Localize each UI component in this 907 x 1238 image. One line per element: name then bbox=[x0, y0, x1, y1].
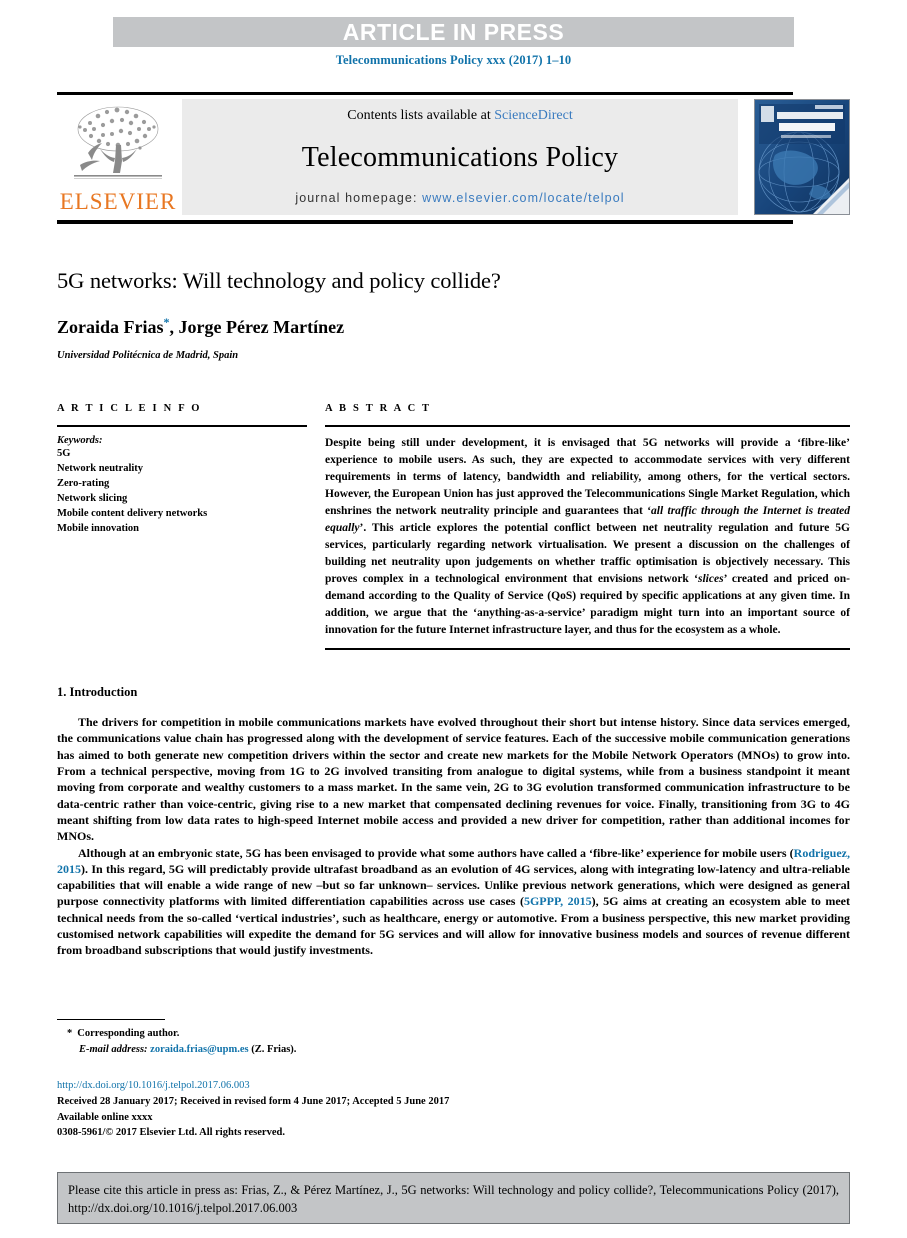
doi-link[interactable]: http://dx.doi.org/10.1016/j.telpol.2017.… bbox=[57, 1078, 617, 1094]
citation-link[interactable]: 5GPPP, 2015 bbox=[524, 894, 592, 908]
info-abstract-region: A R T I C L E I N F O Keywords: 5G Netwo… bbox=[57, 403, 850, 651]
section-heading-introduction: 1. Introduction bbox=[57, 685, 138, 699]
paragraph-text-a: Although at an embryonic state, 5G has b… bbox=[78, 845, 794, 860]
email-note: E-mail address: zoraida.frias@upm.es (Z.… bbox=[57, 1042, 477, 1058]
article-in-press-banner: ARTICLE IN PRESS bbox=[113, 17, 794, 47]
elsevier-logo: ELSEVIER bbox=[57, 99, 179, 215]
abstract-top-rule bbox=[325, 425, 850, 427]
keyword-item: 5G bbox=[57, 448, 71, 459]
corresponding-author-note: * Corresponding author. bbox=[57, 1026, 477, 1042]
author-primary: Zoraida Frias bbox=[57, 317, 164, 337]
journal-title: Telecommunications Policy bbox=[301, 141, 619, 173]
running-head: Telecommunications Policy xxx (2017) 1–1… bbox=[0, 53, 907, 68]
email-link[interactable]: zoraida.frias@upm.es bbox=[150, 1044, 248, 1055]
email-label: E-mail address: bbox=[79, 1043, 148, 1055]
please-cite-box: Please cite this article in press as: Fr… bbox=[57, 1172, 850, 1224]
contents-lists-line: Contents lists available at ScienceDirec… bbox=[347, 108, 573, 124]
footnote-rule bbox=[57, 1019, 165, 1020]
journal-cover-art-icon bbox=[755, 100, 849, 214]
copyright-line: 0308-5961/© 2017 Elsevier Ltd. All right… bbox=[57, 1127, 285, 1139]
abstract-body: Despite being still under development, i… bbox=[325, 435, 850, 639]
paragraph-text: The drivers for competition in mobile co… bbox=[57, 715, 850, 844]
footnote-star: * bbox=[67, 1028, 73, 1039]
paragraph: Although at an embryonic state, 5G has b… bbox=[57, 845, 850, 959]
article-info-heading: A R T I C L E I N F O bbox=[57, 403, 202, 414]
article-body: 1. Introduction The drivers for competit… bbox=[57, 685, 850, 959]
journal-homepage-link[interactable]: www.elsevier.com/locate/telpol bbox=[422, 191, 625, 205]
author-affiliation: Universidad Politécnica de Madrid, Spain bbox=[57, 350, 239, 361]
article-info-rule bbox=[57, 425, 307, 427]
article-in-press-label: ARTICLE IN PRESS bbox=[342, 18, 565, 45]
email-owner: (Z. Frias). bbox=[248, 1043, 297, 1055]
keyword-item: Mobile innovation bbox=[57, 522, 139, 534]
article-info-column: A R T I C L E I N F O Keywords: 5G Netwo… bbox=[57, 403, 307, 650]
title-block: 5G networks: Will technology and policy … bbox=[57, 268, 850, 361]
abstract-column: A B S T R A C T Despite being still unde… bbox=[325, 403, 850, 651]
footnote-block: * Corresponding author. E-mail address: z… bbox=[57, 1019, 477, 1058]
imprint-block: http://dx.doi.org/10.1016/j.telpol.2017.… bbox=[57, 1078, 617, 1141]
masthead-bottom-rule bbox=[57, 220, 793, 224]
submission-dates: Received 28 January 2017; Received in re… bbox=[57, 1095, 450, 1107]
masthead-top-rule bbox=[57, 92, 793, 95]
journal-masthead: ELSEVIER Contents lists available at Sci… bbox=[57, 92, 850, 224]
keyword-item: Zero-rating bbox=[57, 477, 110, 489]
journal-homepage-label: journal homepage: bbox=[295, 191, 423, 205]
running-head-text: Telecommunications Policy xxx (2017) 1–1… bbox=[335, 53, 572, 67]
elsevier-tree-icon bbox=[74, 106, 162, 179]
please-cite-text: Please cite this article in press as: Fr… bbox=[68, 1183, 839, 1216]
journal-header-box: Contents lists available at ScienceDirec… bbox=[182, 99, 738, 215]
author-secondary: , Jorge Pérez Martínez bbox=[169, 317, 345, 337]
abstract-heading: A B S T R A C T bbox=[325, 403, 432, 414]
contents-lists-prefix: Contents lists available at bbox=[347, 108, 495, 123]
elsevier-wordmark: ELSEVIER bbox=[59, 189, 177, 214]
keyword-item: Network neutrality bbox=[57, 462, 144, 474]
abstract-italic-2: slices bbox=[698, 573, 724, 586]
keyword-item: Network slicing bbox=[57, 492, 128, 504]
page-title: 5G networks: Will technology and policy … bbox=[57, 268, 501, 293]
journal-homepage-line: journal homepage: www.elsevier.com/locat… bbox=[295, 191, 624, 205]
abstract-bottom-rule bbox=[325, 648, 850, 651]
corresponding-author-text: Corresponding author. bbox=[77, 1028, 180, 1039]
journal-cover-thumbnail bbox=[754, 99, 850, 215]
sciencedirect-link[interactable]: ScienceDirect bbox=[494, 108, 573, 123]
keyword-item: Mobile content delivery networks bbox=[57, 507, 208, 519]
available-online: Available online xxxx bbox=[57, 1111, 153, 1123]
paragraph: The drivers for competition in mobile co… bbox=[57, 714, 850, 845]
author-list: Zoraida Frias*, Jorge Pérez Martínez bbox=[57, 315, 850, 338]
keywords-label: Keywords: bbox=[57, 435, 103, 446]
